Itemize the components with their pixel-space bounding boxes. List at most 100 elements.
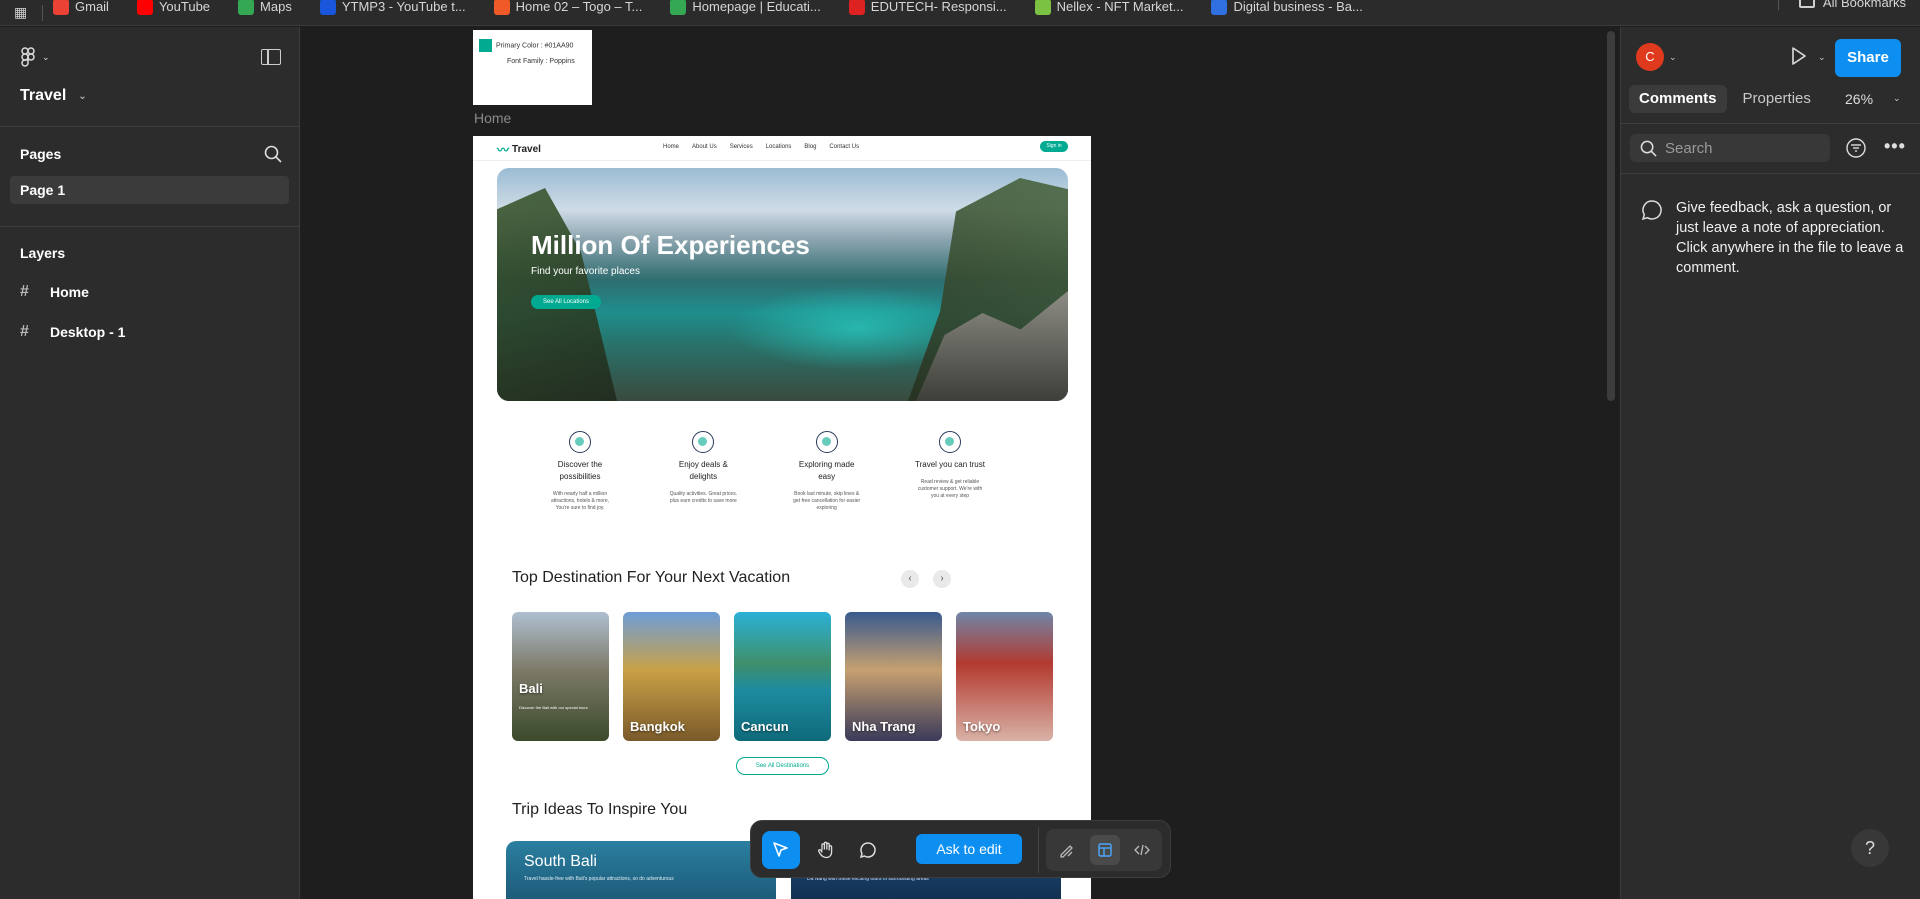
bookmark-gmail[interactable]: Gmail	[53, 0, 109, 15]
card-tokyo: Tokyo	[956, 612, 1053, 741]
design-layout-icon	[1098, 843, 1112, 857]
hero-cta: See All Locations	[531, 295, 601, 309]
bookmark-maps[interactable]: Maps	[238, 0, 292, 15]
canvas[interactable]: Primary Color : #01AA90 Font Family : Po…	[301, 27, 1619, 899]
search-placeholder: Search	[1665, 139, 1713, 157]
card-nha-trang: Nha Trang	[845, 612, 942, 741]
comments-search-input[interactable]: Search	[1630, 134, 1830, 162]
feature-deals: Enjoy deals & delights Quality activities…	[668, 431, 738, 512]
toggle-sidebar-icon[interactable]	[261, 49, 281, 65]
move-tool[interactable]	[762, 831, 800, 869]
apps-grid-icon[interactable]: ▦	[0, 4, 30, 21]
frame-icon: #	[20, 283, 29, 300]
bottom-toolbar: Ask to edit	[750, 820, 1171, 878]
tab-comments[interactable]: Comments	[1629, 85, 1727, 113]
help-button[interactable]: ?	[1851, 829, 1889, 867]
nellex-icon	[1034, 0, 1051, 15]
site-nav-locations: Locations	[765, 144, 792, 150]
togo-icon	[493, 0, 510, 15]
feature-exploring: Exploring made easy Book last minute, ski…	[792, 431, 862, 512]
chevron-left-icon: ‹	[901, 570, 919, 588]
hero-image: Million Of Experiences Find your favorit…	[497, 168, 1068, 401]
filter-icon[interactable]	[1845, 137, 1867, 159]
trip-card-title: South Bali	[524, 853, 597, 870]
left-panel: ⌄ Travel ⌄ Pages Page 1 Layers # Home # De…	[0, 27, 300, 899]
figma-menu[interactable]: ⌄	[20, 47, 279, 67]
search-icon[interactable]	[264, 145, 282, 163]
style-guide-card[interactable]: Primary Color : #01AA90 Font Family : Po…	[473, 30, 592, 105]
right-tabs: Comments Properties	[1629, 85, 1827, 113]
bookmark-digital[interactable]: Digital business - Ba...	[1211, 0, 1363, 15]
more-options-icon[interactable]: •••	[1884, 137, 1906, 155]
zoom-level[interactable]: 26%	[1845, 91, 1873, 107]
carousel-arrows: ‹ ›	[901, 570, 951, 588]
dev-mode[interactable]	[1127, 835, 1157, 865]
site-nav-links: Home About Us Services Locations Blog Co…	[663, 144, 859, 150]
card-subtitle: Discover the Bali with our special tours	[519, 705, 588, 710]
design-mode[interactable]	[1090, 835, 1120, 865]
all-bookmarks-label: All Bookmarks	[1822, 0, 1906, 10]
feature-desc: Book last minute, skip lines & get free …	[793, 491, 861, 511]
hand-tool[interactable]	[807, 831, 845, 869]
avatar[interactable]: C	[1636, 43, 1664, 71]
card-bangkok: Bangkok	[623, 612, 720, 741]
edutech-icon	[848, 0, 865, 15]
file-name[interactable]: Travel ⌄	[20, 87, 279, 105]
bookmark-label: EDUTECH- Responsi...	[870, 0, 1007, 14]
draw-mode[interactable]	[1052, 835, 1082, 865]
bookmark-nellex[interactable]: Nellex - NFT Market...	[1034, 0, 1183, 15]
feature-desc: With nearly half a million attractions, …	[550, 491, 610, 511]
page-item-page-1[interactable]: Page 1	[10, 176, 289, 204]
bookmark-togo[interactable]: Home 02 – Togo – T...	[493, 0, 643, 15]
all-bookmarks[interactable]: All Bookmarks	[1777, 0, 1906, 10]
bookmark-educati[interactable]: Homepage | Educati...	[670, 0, 821, 15]
destinations-title: Top Destination For Your Next Vacation	[512, 569, 791, 586]
bookmark-youtube[interactable]: YouTube	[136, 0, 210, 15]
home-frame[interactable]: 〰 Travel Home About Us Services Locations…	[473, 136, 1091, 899]
divider	[1621, 173, 1920, 174]
chevron-down-icon[interactable]: ⌄	[1893, 93, 1901, 104]
globe-icon	[569, 431, 591, 453]
tag-icon	[692, 431, 715, 453]
comment-tool[interactable]	[849, 831, 887, 869]
chevron-down-icon: ⌄	[78, 90, 87, 102]
layer-desktop-1[interactable]: # Desktop - 1	[20, 323, 279, 341]
site-nav-about: About Us	[692, 144, 717, 150]
card-label: Bali	[519, 681, 543, 696]
trip-card-south-bali: South Bali Travel hassle-free with Bali'…	[506, 841, 776, 899]
tab-properties[interactable]: Properties	[1733, 85, 1821, 113]
play-icon[interactable]	[1786, 44, 1810, 68]
frame-label[interactable]: Home	[474, 110, 511, 126]
chevron-down-icon: ⌄	[42, 51, 50, 62]
bookmark-label: Digital business - Ba...	[1233, 0, 1363, 14]
share-button[interactable]: Share	[1835, 39, 1901, 77]
cursor-arrow-icon	[773, 842, 788, 857]
ask-to-edit-button[interactable]: Ask to edit	[916, 834, 1022, 864]
card-label: Tokyo	[963, 719, 1001, 734]
divider	[1621, 123, 1920, 124]
mode-switcher	[1046, 829, 1162, 871]
feature-title: Exploring made easy	[798, 460, 855, 481]
site-nav-blog: Blog	[804, 144, 817, 150]
primary-color-label: Primary Color : #01AA90	[496, 42, 574, 50]
site-nav-home: Home	[663, 144, 680, 150]
beach-umbrella-icon	[815, 431, 838, 453]
bookmark-label: Homepage | Educati...	[692, 0, 821, 14]
feature-title: Enjoy deals & delights	[678, 460, 728, 481]
comment-bubble-icon	[1641, 200, 1662, 221]
maps-icon	[238, 0, 255, 15]
ytmp3-icon	[319, 0, 336, 15]
bookmark-label: Home 02 – Togo – T...	[515, 0, 643, 14]
bookmark-edutech[interactable]: EDUTECH- Responsi...	[848, 0, 1007, 15]
chevron-down-icon[interactable]: ⌄	[1669, 52, 1677, 63]
bookmark-ytmp3[interactable]: YTMP3 - YouTube t...	[319, 0, 466, 15]
vertical-scrollbar[interactable]	[1607, 31, 1615, 401]
color-swatch	[479, 39, 492, 52]
destination-cards: Discover the Bali with our special tours…	[512, 612, 1053, 741]
file-name-label: Travel	[20, 87, 67, 104]
layer-home[interactable]: # Home	[20, 283, 279, 301]
feature-discover: Discover the possibilities With nearly ha…	[545, 431, 615, 512]
chevron-down-icon[interactable]: ⌄	[1818, 52, 1826, 63]
frame-icon: #	[20, 323, 29, 340]
layer-label: Home	[50, 284, 89, 300]
